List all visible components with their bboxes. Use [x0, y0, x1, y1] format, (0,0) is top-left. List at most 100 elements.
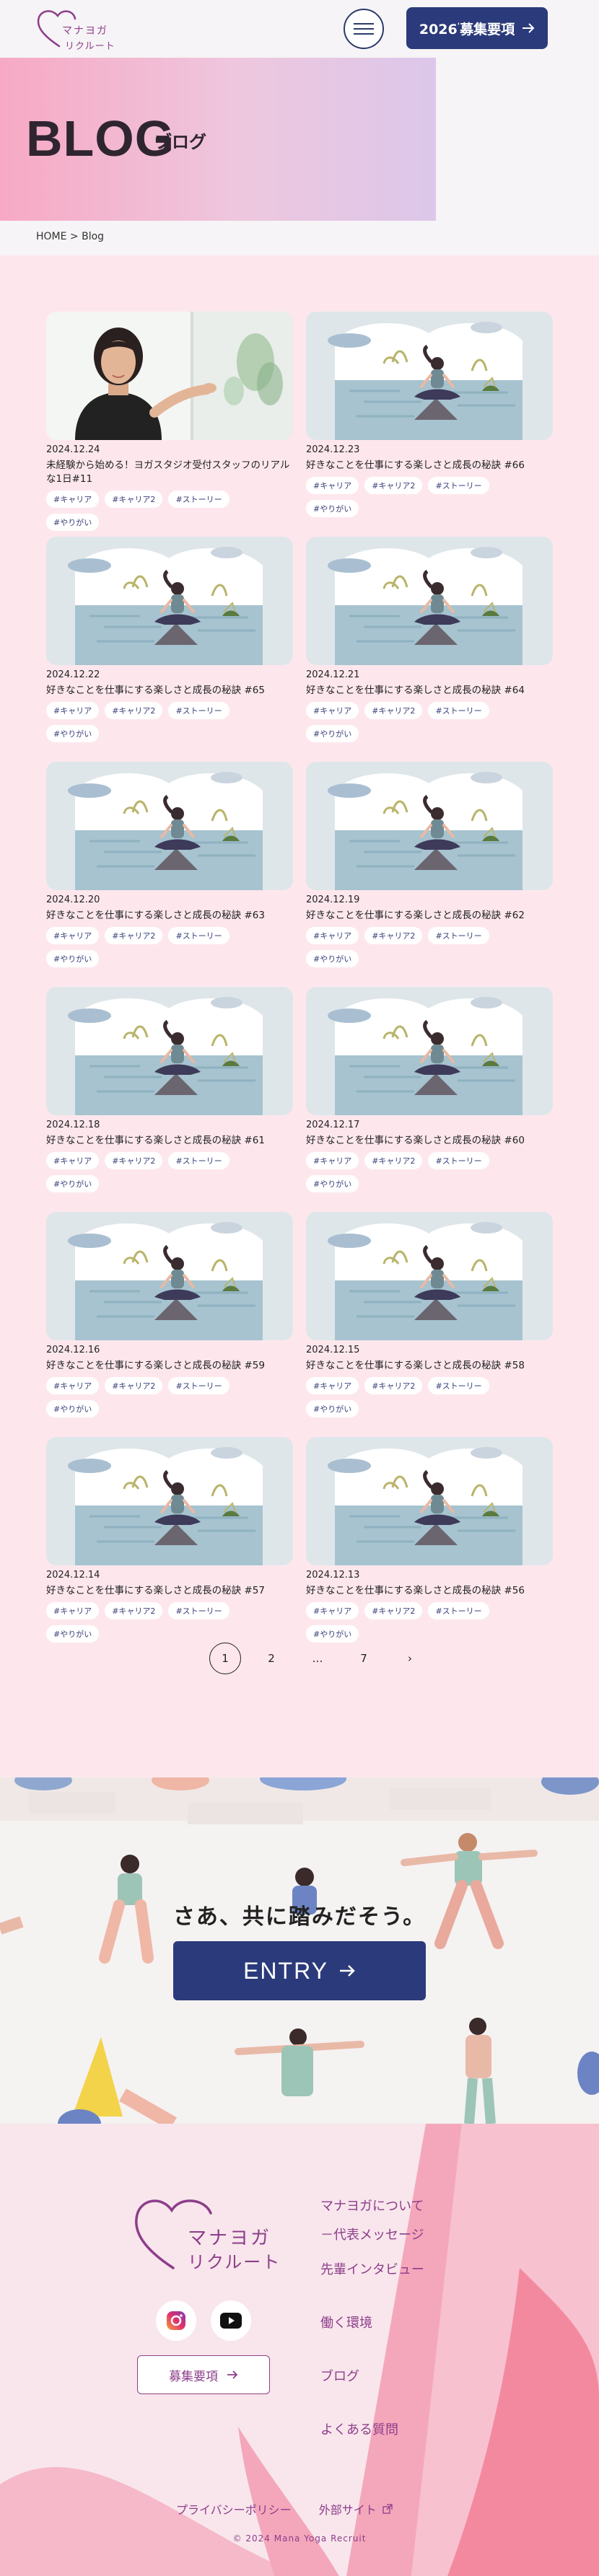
- blog-card-thumbnail[interactable]: [306, 312, 553, 440]
- tag-chip[interactable]: #キャリア: [46, 1602, 100, 1619]
- instagram-link[interactable]: [156, 2300, 196, 2341]
- tag-chip[interactable]: #キャリア2: [364, 1602, 423, 1619]
- tag-chip[interactable]: #キャリア2: [364, 1377, 423, 1394]
- blog-card-thumbnail[interactable]: [306, 987, 553, 1115]
- youtube-link[interactable]: [211, 2300, 251, 2341]
- blog-card[interactable]: 2024.12.13 好きなことを仕事にする楽しさと成長の秘訣 #56 #キャリア #…: [306, 1437, 553, 1662]
- tag-chip[interactable]: #やりがい: [306, 1400, 359, 1417]
- tag-chip[interactable]: #ストーリー: [168, 1377, 229, 1394]
- tag-chip[interactable]: #キャリア: [46, 1377, 100, 1394]
- tag-chip[interactable]: #ストーリー: [428, 702, 489, 719]
- tag-chip[interactable]: #ストーリー: [428, 1152, 489, 1169]
- blog-card[interactable]: 2024.12.24 未経験から始める！ヨガスタジオ受付スタッフのリアルな1日#1…: [46, 312, 293, 537]
- blog-card-title[interactable]: 好きなことを仕事にする楽しさと成長の秘訣 #63: [46, 909, 293, 923]
- blog-card-title[interactable]: 好きなことを仕事にする楽しさと成長の秘訣 #57: [46, 1584, 293, 1598]
- tag-chip[interactable]: #キャリア2: [105, 1602, 163, 1619]
- tag-chip[interactable]: #やりがい: [46, 514, 100, 531]
- tag-chip[interactable]: #キャリア: [46, 702, 100, 719]
- footer-nav-message[interactable]: －代表メッセージ: [320, 2225, 424, 2243]
- blog-card[interactable]: 2024.12.16 好きなことを仕事にする楽しさと成長の秘訣 #59 #キャリア #…: [46, 1212, 293, 1437]
- blog-card[interactable]: 2024.12.17 好きなことを仕事にする楽しさと成長の秘訣 #60 #キャリア #…: [306, 987, 553, 1212]
- footer-nav-about[interactable]: マナヨガについて: [320, 2196, 424, 2215]
- blog-card[interactable]: 2024.12.20 好きなことを仕事にする楽しさと成長の秘訣 #63 #キャリア #…: [46, 762, 293, 987]
- blog-card-thumbnail[interactable]: [306, 1437, 553, 1565]
- tag-chip[interactable]: #キャリア: [306, 1377, 359, 1394]
- blog-card-thumbnail[interactable]: [46, 762, 293, 890]
- tag-chip[interactable]: #ストーリー: [168, 702, 229, 719]
- blog-card-thumbnail[interactable]: [306, 537, 553, 665]
- blog-card[interactable]: 2024.12.21 好きなことを仕事にする楽しさと成長の秘訣 #64 #キャリア #…: [306, 537, 553, 762]
- footer-logo[interactable]: マナヨガ リクルート: [130, 2189, 303, 2282]
- tag-chip[interactable]: #キャリア: [46, 491, 100, 508]
- tag-chip[interactable]: #やりがい: [46, 1400, 100, 1417]
- tag-chip[interactable]: #ストーリー: [428, 1377, 489, 1394]
- blog-card-thumbnail[interactable]: [46, 1212, 293, 1340]
- tag-chip[interactable]: #やりがい: [46, 1625, 100, 1643]
- blog-card-thumbnail[interactable]: [306, 762, 553, 890]
- tag-chip[interactable]: #キャリア2: [364, 702, 423, 719]
- page-1-link[interactable]: 1: [209, 1643, 241, 1674]
- tag-chip[interactable]: #やりがい: [46, 950, 100, 967]
- tag-chip[interactable]: #ストーリー: [428, 477, 489, 494]
- header-recruit-button[interactable]: 2026'募集要項: [406, 7, 548, 49]
- tag-chip[interactable]: #キャリア: [306, 702, 359, 719]
- site-logo[interactable]: マナヨガ リクルート: [35, 6, 121, 52]
- footer-nav-blog[interactable]: ブログ: [320, 2366, 359, 2385]
- blog-card-title[interactable]: 未経験から始める！ヨガスタジオ受付スタッフのリアルな1日#11: [46, 459, 293, 486]
- tag-chip[interactable]: #キャリア: [306, 1602, 359, 1619]
- blog-card-thumbnail[interactable]: [46, 1437, 293, 1565]
- hamburger-menu-button[interactable]: [344, 9, 384, 49]
- blog-card-thumbnail[interactable]: [46, 312, 293, 440]
- blog-card-title[interactable]: 好きなことを仕事にする楽しさと成長の秘訣 #66: [306, 459, 553, 472]
- blog-card-title[interactable]: 好きなことを仕事にする楽しさと成長の秘訣 #62: [306, 909, 553, 923]
- blog-card-title[interactable]: 好きなことを仕事にする楽しさと成長の秘訣 #59: [46, 1359, 293, 1373]
- tag-chip[interactable]: #ストーリー: [428, 927, 489, 944]
- tag-chip[interactable]: #キャリア2: [105, 491, 163, 508]
- tag-chip[interactable]: #ストーリー: [168, 491, 229, 508]
- tag-chip[interactable]: #やりがい: [306, 1175, 359, 1192]
- blog-card[interactable]: 2024.12.15 好きなことを仕事にする楽しさと成長の秘訣 #58 #キャリア #…: [306, 1212, 553, 1437]
- tag-chip[interactable]: #やりがい: [46, 1175, 100, 1192]
- tag-chip[interactable]: #キャリア2: [105, 702, 163, 719]
- tag-chip[interactable]: #ストーリー: [168, 1602, 229, 1619]
- blog-card-title[interactable]: 好きなことを仕事にする楽しさと成長の秘訣 #56: [306, 1584, 553, 1598]
- blog-card-title[interactable]: 好きなことを仕事にする楽しさと成長の秘訣 #60: [306, 1134, 553, 1148]
- tag-chip[interactable]: #キャリア2: [364, 1152, 423, 1169]
- tag-chip[interactable]: #ストーリー: [168, 1152, 229, 1169]
- tag-chip[interactable]: #やりがい: [306, 950, 359, 967]
- blog-card-title[interactable]: 好きなことを仕事にする楽しさと成長の秘訣 #64: [306, 684, 553, 698]
- next-page-link[interactable]: ›: [394, 1643, 426, 1674]
- tag-chip[interactable]: #キャリア: [46, 927, 100, 944]
- blog-card[interactable]: 2024.12.14 好きなことを仕事にする楽しさと成長の秘訣 #57 #キャリア #…: [46, 1437, 293, 1662]
- blog-card[interactable]: 2024.12.22 好きなことを仕事にする楽しさと成長の秘訣 #65 #キャリア #…: [46, 537, 293, 762]
- blog-card-title[interactable]: 好きなことを仕事にする楽しさと成長の秘訣 #65: [46, 684, 293, 698]
- tag-chip[interactable]: #キャリア: [46, 1152, 100, 1169]
- tag-chip[interactable]: #ストーリー: [168, 927, 229, 944]
- tag-chip[interactable]: #やりがい: [306, 500, 359, 517]
- breadcrumb-home-link[interactable]: HOME: [36, 231, 66, 242]
- page-7-link[interactable]: 7: [348, 1643, 380, 1674]
- blog-card-title[interactable]: 好きなことを仕事にする楽しさと成長の秘訣 #58: [306, 1359, 553, 1373]
- blog-card[interactable]: 2024.12.18 好きなことを仕事にする楽しさと成長の秘訣 #61 #キャリア #…: [46, 987, 293, 1212]
- tag-chip[interactable]: #キャリア2: [364, 477, 423, 494]
- blog-card[interactable]: 2024.12.23 好きなことを仕事にする楽しさと成長の秘訣 #66 #キャリア #…: [306, 312, 553, 537]
- blog-card[interactable]: 2024.12.19 好きなことを仕事にする楽しさと成長の秘訣 #62 #キャリア #…: [306, 762, 553, 987]
- tag-chip[interactable]: #キャリア: [306, 477, 359, 494]
- tag-chip[interactable]: #キャリア: [306, 927, 359, 944]
- tag-chip[interactable]: #キャリア: [306, 1152, 359, 1169]
- footer-recruit-button[interactable]: 募集要項: [137, 2355, 270, 2394]
- blog-card-thumbnail[interactable]: [46, 987, 293, 1115]
- tag-chip[interactable]: #キャリア2: [364, 927, 423, 944]
- blog-card-thumbnail[interactable]: [46, 537, 293, 665]
- tag-chip[interactable]: #やりがい: [46, 725, 100, 742]
- tag-chip[interactable]: #キャリア2: [105, 927, 163, 944]
- blog-card-title[interactable]: 好きなことを仕事にする楽しさと成長の秘訣 #61: [46, 1134, 293, 1148]
- tag-chip[interactable]: #キャリア2: [105, 1377, 163, 1394]
- tag-chip[interactable]: #やりがい: [306, 725, 359, 742]
- footer-nav-environment[interactable]: 働く環境: [320, 2313, 372, 2331]
- footer-nav-interview[interactable]: 先輩インタビュー: [320, 2259, 424, 2278]
- tag-chip[interactable]: #やりがい: [306, 1625, 359, 1643]
- footer-nav-faq[interactable]: よくある質問: [320, 2419, 398, 2438]
- external-site-link[interactable]: 外部サイト: [319, 2500, 393, 2518]
- tag-chip[interactable]: #ストーリー: [428, 1602, 489, 1619]
